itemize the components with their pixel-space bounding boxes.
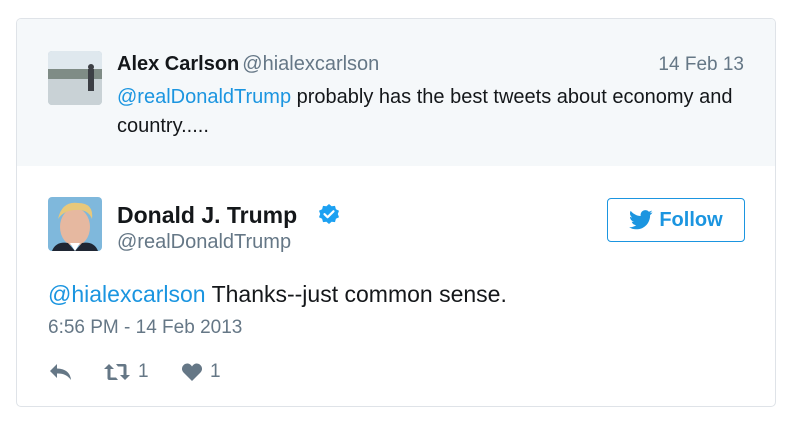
- heart-icon: [181, 363, 203, 381]
- reply-button[interactable]: [48, 362, 103, 382]
- retweet-count: 1: [138, 361, 149, 382]
- avatar-image: [48, 51, 102, 105]
- mention-link[interactable]: @realDonaldTrump: [117, 86, 291, 108]
- retweet-button[interactable]: 1: [103, 361, 181, 383]
- tweet-timestamp[interactable]: 6:56 PM - 14 Feb 2013: [48, 317, 242, 339]
- reply-icon: [50, 364, 71, 380]
- mention-link[interactable]: @hialexcarlson: [48, 281, 206, 307]
- twitter-bird-icon: [629, 210, 653, 230]
- parent-header: Alex Carlson @hialexcarlson: [117, 52, 379, 76]
- parent-tweet[interactable]: Alex Carlson @hialexcarlson 14 Feb 13 @re…: [17, 19, 775, 166]
- follow-button[interactable]: Follow: [607, 198, 745, 242]
- author-handle[interactable]: @hialexcarlson: [242, 53, 379, 75]
- like-count: 1: [210, 361, 221, 382]
- follow-label: Follow: [659, 208, 723, 231]
- avatar-image: [48, 197, 102, 251]
- tweet-date[interactable]: 14 Feb 13: [658, 54, 744, 76]
- avatar[interactable]: [48, 197, 102, 251]
- author-name[interactable]: Alex Carlson: [117, 53, 239, 75]
- author-handle[interactable]: @realDonaldTrump: [117, 231, 291, 254]
- retweet-icon: [104, 364, 130, 380]
- tweet-body: Thanks--just common sense.: [205, 281, 507, 307]
- tweet-text: @realDonaldTrump probably has the best t…: [117, 83, 757, 141]
- author-name[interactable]: Donald J. Trump: [117, 201, 297, 229]
- like-button[interactable]: 1: [181, 361, 221, 383]
- tweet-text: @hialexcarlson Thanks--just common sense…: [48, 279, 507, 309]
- verified-badge-icon: [319, 204, 339, 224]
- tweet-card: Alex Carlson @hialexcarlson 14 Feb 13 @re…: [16, 18, 776, 407]
- tweet-actions: 1 1: [48, 359, 221, 385]
- avatar[interactable]: [48, 51, 102, 105]
